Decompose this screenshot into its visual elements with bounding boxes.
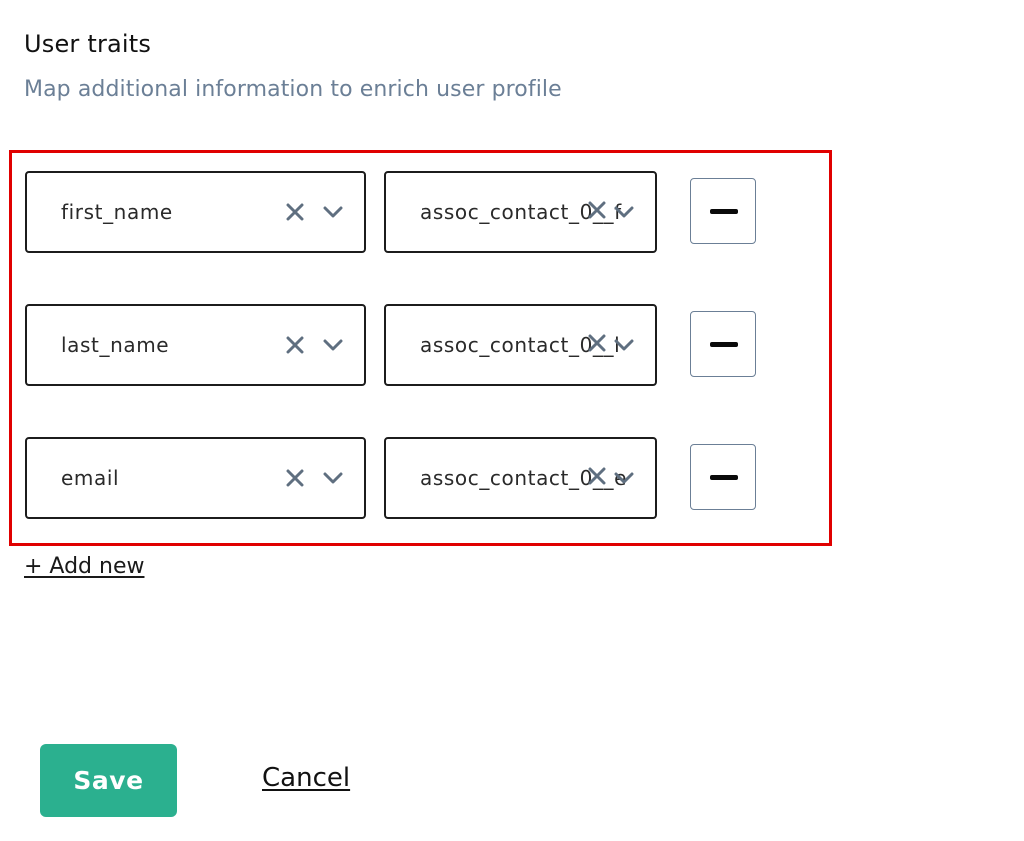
minus-icon <box>710 342 738 347</box>
close-icon[interactable] <box>286 469 304 487</box>
remove-mapping-button[interactable] <box>690 178 756 244</box>
trait-select-value: first_name <box>61 200 173 224</box>
trait-select-value: last_name <box>61 333 170 357</box>
trait-select[interactable]: first_name <box>25 171 366 253</box>
minus-icon <box>710 209 738 214</box>
close-icon[interactable] <box>588 201 606 219</box>
close-icon[interactable] <box>588 467 606 485</box>
minus-icon <box>710 475 738 480</box>
trait-mapping-list: first_name assoc_contact_0__f last_name … <box>9 150 832 546</box>
trait-select[interactable]: email <box>25 437 366 519</box>
chevron-down-icon[interactable] <box>614 472 634 484</box>
section-subtitle: Map additional information to enrich use… <box>24 77 562 102</box>
save-button[interactable]: Save <box>40 744 177 817</box>
cancel-link[interactable]: Cancel <box>262 763 350 793</box>
chevron-down-icon[interactable] <box>614 206 634 218</box>
trait-mapping-row: first_name assoc_contact_0__f <box>12 171 829 253</box>
chevron-down-icon[interactable] <box>323 472 343 484</box>
remove-mapping-button[interactable] <box>690 311 756 377</box>
remove-mapping-button[interactable] <box>690 444 756 510</box>
close-icon[interactable] <box>588 334 606 352</box>
add-new-link[interactable]: + Add new <box>24 554 144 579</box>
trait-mapping-row: email assoc_contact_0__e <box>12 437 829 519</box>
source-field-select[interactable]: assoc_contact_0__l <box>384 304 657 386</box>
close-icon[interactable] <box>286 203 304 221</box>
chevron-down-icon[interactable] <box>323 339 343 351</box>
chevron-down-icon[interactable] <box>614 339 634 351</box>
user-traits-page: User traits Map additional information t… <box>0 0 1024 841</box>
trait-select-value: email <box>61 466 120 490</box>
source-field-select[interactable]: assoc_contact_0__e <box>384 437 657 519</box>
source-field-select[interactable]: assoc_contact_0__f <box>384 171 657 253</box>
trait-select[interactable]: last_name <box>25 304 366 386</box>
section-title: User traits <box>24 30 152 58</box>
chevron-down-icon[interactable] <box>323 206 343 218</box>
close-icon[interactable] <box>286 336 304 354</box>
trait-mapping-row: last_name assoc_contact_0__l <box>12 304 829 386</box>
